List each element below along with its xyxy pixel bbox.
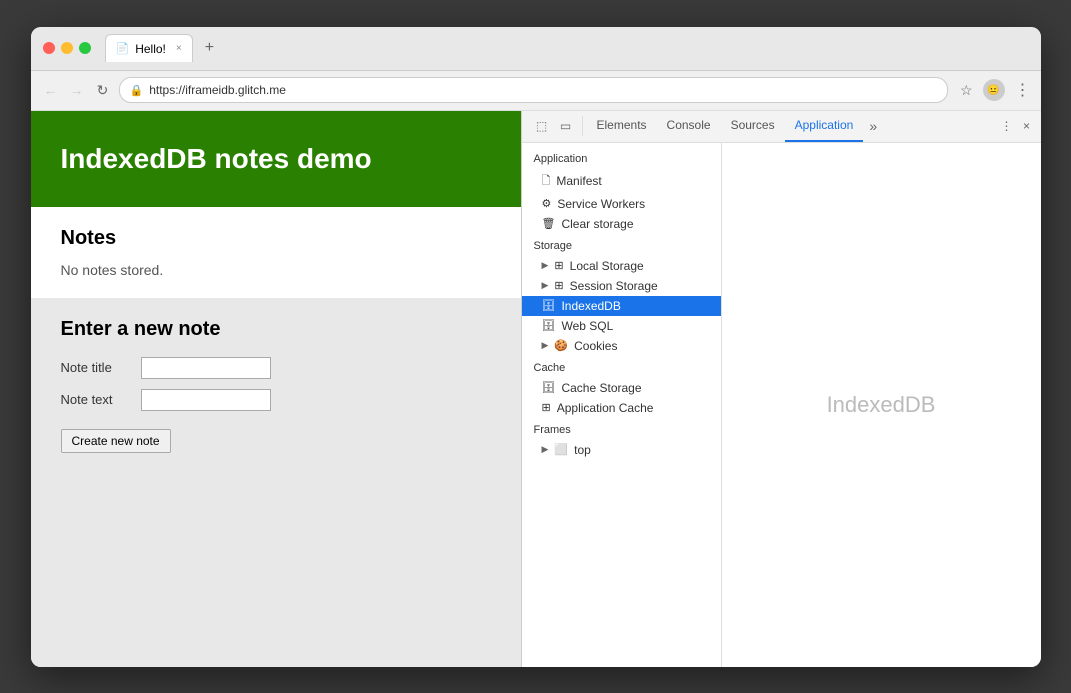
session-storage-icon: ⊞ — [554, 279, 563, 292]
sidebar-item-local-storage[interactable]: ▶ ⊞ Local Storage — [522, 256, 721, 276]
devtools-body: Application 🗋 Manifest ⚙ Service Workers… — [522, 143, 1041, 667]
sidebar-item-cookies[interactable]: ▶ 🍪 Cookies — [522, 336, 721, 356]
maximize-traffic-light[interactable] — [79, 42, 91, 54]
top-frame-icon: ⬜ — [554, 443, 568, 456]
page-header: IndexedDB notes demo — [31, 111, 521, 207]
sidebar-item-manifest[interactable]: 🗋 Manifest — [522, 169, 721, 194]
cookies-label: Cookies — [574, 339, 617, 353]
devtools-sidebar: Application 🗋 Manifest ⚙ Service Workers… — [522, 143, 722, 667]
indexed-db-label: IndexedDB — [561, 299, 620, 313]
devtools-main-panel: IndexedDB — [722, 143, 1041, 667]
service-workers-icon: ⚙ — [542, 197, 552, 210]
url-text: https://iframeidb.glitch.me — [149, 83, 937, 97]
storage-section-label: Storage — [522, 234, 721, 256]
user-avatar[interactable]: 😐 — [983, 79, 1005, 101]
frames-section-label: Frames — [522, 418, 721, 440]
notes-heading: Notes — [61, 227, 491, 250]
tab-sources[interactable]: Sources — [721, 111, 785, 143]
local-storage-icon: ⊞ — [554, 259, 563, 272]
session-storage-label: Session Storage — [570, 279, 658, 293]
sidebar-item-web-sql[interactable]: 🗄 Web SQL — [522, 316, 721, 336]
tab-application[interactable]: Application — [785, 111, 864, 143]
devtools-toolbar-left: ⬚ ▭ — [526, 116, 583, 136]
device-toggle-icon[interactable]: ▭ — [556, 116, 576, 136]
browser-tab[interactable]: 📄 Hello! × — [105, 34, 193, 62]
sidebar-item-session-storage[interactable]: ▶ ⊞ Session Storage — [522, 276, 721, 296]
new-tab-button[interactable]: + — [205, 39, 214, 57]
note-text-label: Note text — [61, 392, 141, 407]
top-label: top — [574, 443, 591, 457]
sidebar-item-service-workers[interactable]: ⚙ Service Workers — [522, 194, 721, 214]
create-note-button[interactable]: Create new note — [61, 429, 171, 453]
inspect-element-icon[interactable]: ⬚ — [532, 116, 552, 136]
content-area: IndexedDB notes demo Notes No notes stor… — [31, 111, 1041, 667]
new-note-form: Enter a new note Note title Note text Cr… — [31, 298, 521, 667]
forward-button[interactable]: → — [67, 80, 87, 100]
page-main-title: IndexedDB notes demo — [61, 143, 491, 175]
webpage: IndexedDB notes demo Notes No notes stor… — [31, 111, 521, 667]
cookies-icon: 🍪 — [554, 339, 568, 352]
top-expand-icon: ▶ — [542, 444, 549, 455]
clear-storage-label: Clear storage — [561, 217, 633, 231]
tab-console[interactable]: Console — [657, 111, 721, 143]
session-storage-expand-icon: ▶ — [542, 280, 549, 291]
back-button[interactable]: ← — [41, 80, 61, 100]
application-cache-icon: ⊞ — [542, 401, 551, 414]
sidebar-item-top[interactable]: ▶ ⬜ top — [522, 440, 721, 460]
cookies-expand-icon: ▶ — [542, 340, 549, 351]
form-heading: Enter a new note — [61, 318, 491, 341]
reload-button[interactable]: ↻ — [93, 80, 113, 100]
cache-storage-label: Cache Storage — [561, 381, 641, 395]
note-text-input[interactable] — [141, 389, 271, 411]
minimize-traffic-light[interactable] — [61, 42, 73, 54]
tab-title: Hello! — [135, 42, 166, 56]
devtools-close-button[interactable]: × — [1017, 116, 1037, 136]
web-sql-icon: 🗄 — [542, 319, 556, 332]
devtools-more-options[interactable]: ⋮ — [997, 116, 1017, 136]
sidebar-item-indexed-db[interactable]: 🗄 IndexedDB — [522, 296, 721, 316]
indexed-db-main-label: IndexedDB — [827, 392, 936, 418]
note-title-row: Note title — [61, 357, 491, 379]
cache-section-label: Cache — [522, 356, 721, 378]
title-bar: 📄 Hello! × + — [31, 27, 1041, 71]
manifest-label: Manifest — [556, 174, 601, 188]
browser-window: 📄 Hello! × + ← → ↻ 🔒 https://iframeidb.g… — [31, 27, 1041, 667]
indexed-db-icon: 🗄 — [542, 299, 556, 312]
tab-close-button[interactable]: × — [176, 43, 182, 54]
url-bar[interactable]: 🔒 https://iframeidb.glitch.me — [119, 77, 948, 103]
traffic-lights — [43, 42, 91, 54]
web-sql-label: Web SQL — [561, 319, 613, 333]
note-text-row: Note text — [61, 389, 491, 411]
sidebar-item-clear-storage[interactable]: 🗑 Clear storage — [522, 214, 721, 234]
address-bar: ← → ↻ 🔒 https://iframeidb.glitch.me ☆ 😐 … — [31, 71, 1041, 111]
sidebar-item-application-cache[interactable]: ⊞ Application Cache — [522, 398, 721, 418]
service-workers-label: Service Workers — [557, 197, 645, 211]
tab-favicon: 📄 — [116, 42, 130, 55]
devtools-tab-bar: ⬚ ▭ Elements Console Sources Application… — [522, 111, 1041, 143]
local-storage-label: Local Storage — [570, 259, 644, 273]
manifest-icon: 🗋 — [542, 172, 551, 191]
note-title-label: Note title — [61, 360, 141, 375]
local-storage-expand-icon: ▶ — [542, 260, 549, 271]
application-cache-label: Application Cache — [557, 401, 654, 415]
clear-storage-icon: 🗑 — [542, 217, 556, 230]
more-tabs-button[interactable]: » — [863, 118, 883, 134]
tab-elements[interactable]: Elements — [587, 111, 657, 143]
browser-menu-button[interactable]: ⋮ — [1015, 80, 1031, 100]
notes-section: Notes No notes stored. — [31, 207, 521, 298]
close-traffic-light[interactable] — [43, 42, 55, 54]
lock-icon: 🔒 — [130, 84, 144, 97]
bookmark-icon[interactable]: ☆ — [960, 82, 973, 99]
sidebar-item-cache-storage[interactable]: 🗄 Cache Storage — [522, 378, 721, 398]
notes-empty-message: No notes stored. — [61, 262, 491, 278]
cache-storage-icon: 🗄 — [542, 381, 556, 394]
note-title-input[interactable] — [141, 357, 271, 379]
devtools-panel: ⬚ ▭ Elements Console Sources Application… — [521, 111, 1041, 667]
application-section-label: Application — [522, 147, 721, 169]
